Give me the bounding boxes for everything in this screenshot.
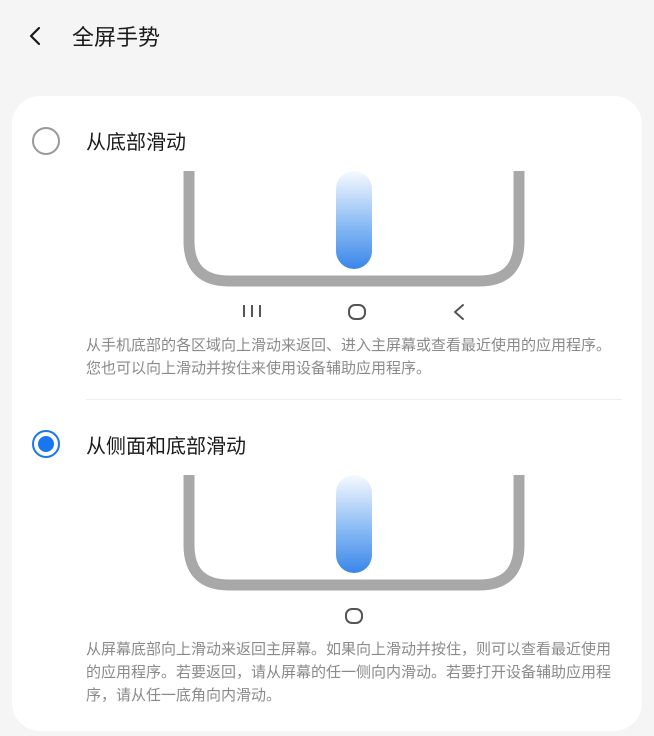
divider [86,399,622,400]
nav-icons-row [169,303,539,326]
nav-icons-row [169,607,539,630]
option-title: 从侧面和底部滑动 [86,430,246,459]
options-card: 从底部滑动 [12,96,642,731]
header: 全屏手势 [0,0,654,72]
radio-unselected[interactable] [32,127,60,155]
option-description: 从手机底部的各区域向上滑动来返回、进入主屏幕或查看最近使用的应用程序。您也可以向… [86,334,622,381]
option-header: 从侧面和底部滑动 [32,418,622,471]
option-swipe-from-sides-and-bottom[interactable]: 从侧面和底部滑动 从屏幕底部向上滑动来返回主屏幕。如果向上滑 [12,414,642,708]
option-header: 从底部滑动 [32,114,622,167]
recents-icon [242,303,262,326]
back-icon[interactable] [24,24,48,48]
back-nav-icon [452,303,466,326]
home-icon [347,303,367,326]
option-body: 从手机底部的各区域向上滑动来返回、进入主屏幕或查看最近使用的应用程序。您也可以向… [32,167,622,381]
option-title: 从底部滑动 [86,126,186,155]
option-body: 从屏幕底部向上滑动来返回主屏幕。如果向上滑动并按住，则可以查看最近使用的应用程序… [32,471,622,708]
phone-frame-illustration [169,171,539,291]
option-description: 从屏幕底部向上滑动来返回主屏幕。如果向上滑动并按住，则可以查看最近使用的应用程序… [86,638,622,708]
home-icon [344,607,364,630]
radio-selected[interactable] [32,430,60,458]
phone-frame-illustration [169,475,539,595]
option-swipe-from-bottom[interactable]: 从底部滑动 [12,110,642,381]
page-title: 全屏手势 [72,20,160,52]
